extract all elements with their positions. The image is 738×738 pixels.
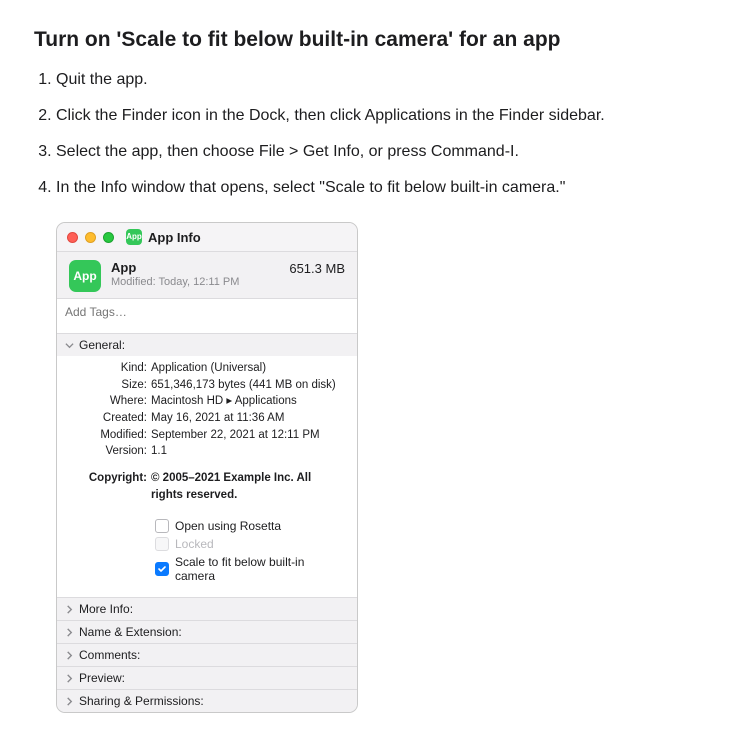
copyright-label: Copyright: (69, 470, 151, 503)
chevron-right-icon (65, 651, 75, 660)
locked-row: Locked (155, 535, 345, 553)
created-value: May 16, 2021 at 11:36 AM (151, 410, 345, 427)
scale-label: Scale to fit below built-in camera (175, 555, 345, 583)
modified-value: September 22, 2021 at 12:11 PM (151, 427, 345, 444)
section-more-info: More Info: (57, 598, 357, 621)
where-label: Where: (69, 393, 151, 410)
section-preview: Preview: (57, 667, 357, 690)
rosetta-row[interactable]: Open using Rosetta (155, 517, 345, 535)
section-label: Preview: (79, 671, 125, 685)
kind-value: Application (Universal) (151, 360, 345, 377)
locked-label: Locked (175, 537, 214, 551)
app-icon: App (126, 229, 142, 245)
page-title: Turn on 'Scale to fit below built-in cam… (34, 28, 704, 52)
app-size: 651.3 MB (289, 260, 345, 276)
rosetta-label: Open using Rosetta (175, 519, 281, 533)
section-sharing: Sharing & Permissions: (57, 690, 357, 712)
chevron-right-icon (65, 674, 75, 683)
app-name: App (111, 260, 279, 275)
section-header-preview[interactable]: Preview: (57, 667, 357, 689)
checkbox-unchecked-icon[interactable] (155, 519, 169, 533)
step-item: Click the Finder icon in the Dock, then … (56, 104, 704, 128)
modified-label: Modified: (69, 427, 151, 444)
app-icon: App (69, 260, 101, 292)
section-label: Sharing & Permissions: (79, 694, 204, 708)
info-window: App App Info App App Modified: Today, 12… (56, 222, 358, 713)
window-titlebar: App App Info (57, 223, 357, 252)
where-value: Macintosh HD ▸ Applications (151, 393, 345, 410)
section-header-general[interactable]: General: (57, 334, 357, 356)
section-header-name-extension[interactable]: Name & Extension: (57, 621, 357, 643)
step-item: Quit the app. (56, 68, 704, 92)
section-label: Comments: (79, 648, 140, 662)
close-icon[interactable] (67, 232, 78, 243)
steps-list: Quit the app. Click the Finder icon in t… (34, 68, 704, 200)
step-item: Select the app, then choose File > Get I… (56, 140, 704, 164)
minimize-icon[interactable] (85, 232, 96, 243)
chevron-right-icon (65, 605, 75, 614)
checkbox-disabled-icon (155, 537, 169, 551)
app-header: App App Modified: Today, 12:11 PM 651.3 … (57, 252, 357, 298)
step-item: In the Info window that opens, select "S… (56, 176, 704, 200)
general-body: Kind:Application (Universal) Size:651,34… (57, 356, 357, 597)
section-comments: Comments: (57, 644, 357, 667)
created-label: Created: (69, 410, 151, 427)
section-header-sharing[interactable]: Sharing & Permissions: (57, 690, 357, 712)
section-general: General: Kind:Application (Universal) Si… (57, 334, 357, 598)
version-value: 1.1 (151, 443, 345, 460)
chevron-right-icon (65, 697, 75, 706)
copyright-value: © 2005–2021 Example Inc. All rights rese… (151, 470, 345, 503)
checkbox-group: Open using Rosetta Locked Scale to fit b… (69, 513, 345, 585)
chevron-right-icon (65, 628, 75, 637)
window-title: App Info (148, 230, 201, 245)
kind-label: Kind: (69, 360, 151, 377)
tags-input[interactable] (57, 298, 357, 334)
section-header-more-info[interactable]: More Info: (57, 598, 357, 620)
size-label: Size: (69, 377, 151, 394)
section-label: More Info: (79, 602, 133, 616)
section-label: General: (79, 338, 125, 352)
zoom-icon[interactable] (103, 232, 114, 243)
checkbox-checked-icon[interactable] (155, 562, 169, 576)
section-label: Name & Extension: (79, 625, 182, 639)
traffic-lights (67, 232, 114, 243)
app-modified: Modified: Today, 12:11 PM (111, 276, 279, 288)
section-header-comments[interactable]: Comments: (57, 644, 357, 666)
section-name-extension: Name & Extension: (57, 621, 357, 644)
chevron-down-icon (65, 341, 75, 350)
version-label: Version: (69, 443, 151, 460)
scale-row[interactable]: Scale to fit below built-in camera (155, 553, 345, 585)
size-value: 651,346,173 bytes (441 MB on disk) (151, 377, 345, 394)
